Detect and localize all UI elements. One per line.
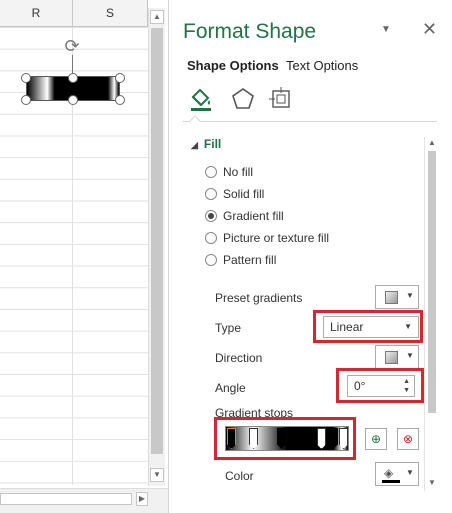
- scroll-up-icon[interactable]: ▲: [426, 137, 438, 149]
- color-label: Color: [225, 469, 254, 483]
- fill-section-label: Fill: [203, 137, 222, 151]
- column-header-s[interactable]: S: [73, 0, 148, 27]
- size-properties-icon[interactable]: [267, 85, 295, 113]
- pane-scroll-thumb[interactable]: [428, 151, 436, 413]
- paint-bucket-icon: ◈: [384, 466, 394, 480]
- chevron-down-icon[interactable]: ▼: [381, 24, 391, 35]
- radio-button[interactable]: [205, 254, 217, 266]
- resize-handle[interactable]: [68, 95, 78, 105]
- scroll-thumb[interactable]: [151, 28, 163, 454]
- radio-pattern-fill[interactable]: Pattern fill: [205, 252, 276, 268]
- radio-label: Solid fill: [223, 187, 265, 201]
- resize-handle[interactable]: [21, 73, 31, 83]
- pane-title: Format Shape: [183, 20, 317, 43]
- color-bar: [382, 480, 400, 483]
- chevron-down-icon: ▼: [406, 351, 414, 360]
- radio-label: Picture or texture fill: [223, 231, 330, 245]
- gradient-swatch-icon: [385, 291, 398, 304]
- radio-button[interactable]: [205, 232, 217, 244]
- scroll-right-icon[interactable]: ▶: [136, 492, 148, 506]
- rotation-stem: [72, 55, 73, 73]
- category-selection-caret: [189, 115, 201, 127]
- preset-gradients-label: Preset gradients: [215, 291, 303, 305]
- rotate-handle-icon[interactable]: ⟳: [62, 36, 82, 56]
- radio-no-fill[interactable]: No fill: [205, 164, 253, 180]
- type-highlight: [313, 310, 423, 343]
- resize-handle[interactable]: [115, 73, 125, 83]
- add-stop-icon[interactable]: ⊕: [365, 428, 387, 450]
- color-picker-button[interactable]: ◈ ▼: [375, 462, 419, 486]
- scroll-down-icon[interactable]: ▼: [426, 477, 438, 489]
- resize-handle[interactable]: [21, 95, 31, 105]
- radio-gradient-fill[interactable]: Gradient fill: [205, 208, 284, 224]
- fill-section-header[interactable]: ◢ Fill: [191, 137, 221, 151]
- close-icon[interactable]: ✕: [422, 19, 437, 40]
- chevron-down-icon: ▼: [406, 468, 414, 477]
- resize-handle[interactable]: [68, 73, 78, 83]
- collapse-triangle-icon: ◢: [191, 140, 198, 150]
- scroll-up-icon[interactable]: ▲: [150, 10, 164, 24]
- horizontal-scrollbar[interactable]: ▶: [0, 488, 168, 513]
- gradient-stops-highlight: [214, 417, 356, 460]
- radio-label: No fill: [223, 165, 254, 179]
- radio-label: Gradient fill: [223, 209, 284, 223]
- resize-handle[interactable]: [115, 95, 125, 105]
- remove-stop-icon[interactable]: ⊗: [397, 428, 419, 450]
- direction-swatch-icon: [385, 351, 398, 364]
- radio-solid-fill[interactable]: Solid fill: [205, 186, 264, 202]
- fill-line-icon[interactable]: [187, 85, 215, 113]
- horizontal-scroll-track[interactable]: [0, 493, 132, 505]
- radio-button[interactable]: [205, 210, 217, 222]
- format-shape-pane: Format Shape ▼ ✕ Shape Options Text Opti…: [168, 0, 452, 513]
- column-headers: R S: [0, 0, 148, 27]
- category-divider: [183, 121, 437, 122]
- tab-text-options[interactable]: Text Options: [286, 58, 358, 73]
- radio-label: Pattern fill: [223, 253, 277, 267]
- chevron-down-icon: ▼: [406, 291, 414, 300]
- preset-gradients-button[interactable]: ▼: [375, 285, 419, 309]
- scroll-down-icon[interactable]: ▼: [150, 468, 164, 482]
- pane-scrollbar[interactable]: ▲ ▼: [424, 137, 438, 491]
- direction-button[interactable]: ▼: [375, 345, 419, 369]
- radio-button[interactable]: [205, 166, 217, 178]
- direction-label: Direction: [215, 351, 263, 365]
- radio-picture-fill[interactable]: Picture or texture fill: [205, 230, 329, 246]
- tab-shape-options[interactable]: Shape Options: [187, 58, 279, 73]
- type-label: Type: [215, 321, 242, 335]
- angle-highlight: [336, 368, 424, 403]
- spreadsheet-area: R S ⟳ ▲ ▼ ▶: [0, 0, 168, 513]
- vertical-scrollbar[interactable]: ▲ ▼: [148, 8, 165, 486]
- radio-button[interactable]: [205, 188, 217, 200]
- angle-label: Angle: [215, 381, 246, 395]
- effects-icon[interactable]: [229, 85, 257, 113]
- column-header-r[interactable]: R: [0, 0, 73, 27]
